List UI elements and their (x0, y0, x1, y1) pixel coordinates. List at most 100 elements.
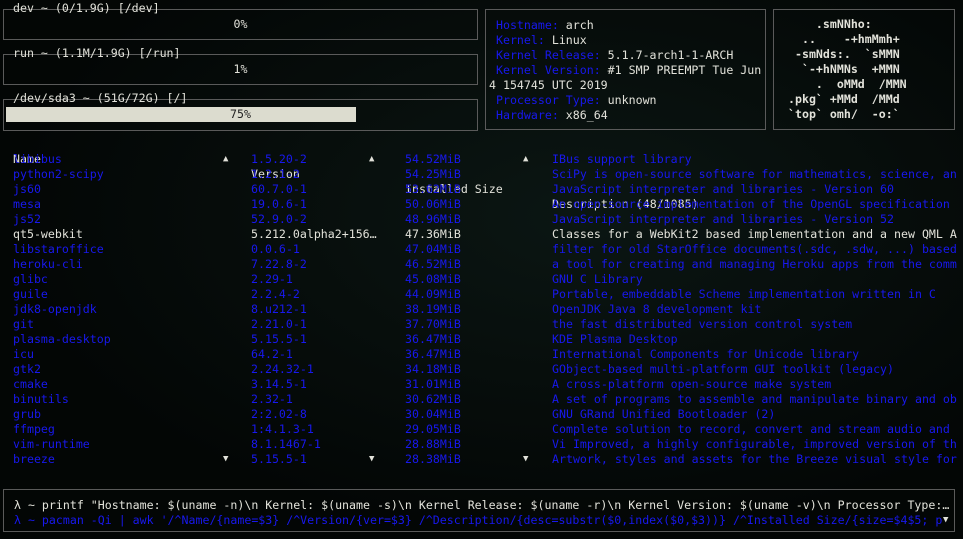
package-version: 5.15.5-1 (251, 452, 307, 466)
package-size: 38.19MiB (405, 302, 461, 316)
table-row[interactable]: ffmpeg 1:4.1.3-1 29.05MiB Complete solution… (0, 422, 963, 437)
table-row[interactable]: python2-scipy 1.2.1-2 54.25MiB SciPy is ope… (0, 167, 963, 182)
package-description: Artwork, styles and assets for the Breez… (552, 452, 957, 466)
package-description: OpenJDK Java 8 development kit (552, 302, 762, 316)
package-description: Portable, embeddable Scheme implementati… (552, 287, 936, 301)
scroll-down-icon[interactable]: ▼ (223, 454, 228, 464)
table-row[interactable]: glibc 2.29-1 45.08MiB GNU C Library (0, 272, 963, 287)
package-version: 2.2.4-2 (251, 287, 300, 301)
table-row[interactable]: guile 2.2.4-2 44.09MiB Portable, embeddable… (0, 287, 963, 302)
package-size: 54.25MiB (405, 167, 461, 181)
table-row[interactable]: icu 64.2-1 36.47MiB International Component… (0, 347, 963, 362)
disk-run-title: run ~ (1.1M/1.9G) [/run] (13, 46, 181, 60)
table-row[interactable]: cmake 3.14.5-1 31.01MiB A cross-platform op… (0, 377, 963, 392)
package-name: ffmpeg (13, 422, 55, 436)
disk-run-panel: run ~ (1.1M/1.9G) [/run] 1% (3, 46, 478, 85)
table-row[interactable]: mesa 19.0.6-1 50.06MiB An open-source imple… (0, 197, 963, 212)
package-name: libibus (13, 152, 62, 166)
disk-sda3-percent: 75% (230, 107, 251, 121)
table-row[interactable]: js60 60.7.0-1 53.62MiB JavaScript interpret… (0, 182, 963, 197)
package-description: filter for old StarOffice documents(.sdc… (552, 242, 957, 256)
package-description: An open-source implementation of the Ope… (552, 197, 950, 211)
version-line-cont: 4 154745 UTC 2019 (489, 78, 608, 92)
command-line-1[interactable]: λ ~ printf "Hostname: $(uname -n)\n Kern… (14, 498, 949, 513)
package-size: 48.96MiB (405, 212, 461, 226)
package-name: qt5-webkit (13, 227, 83, 241)
scroll-down-icon[interactable]: ▼ (369, 454, 374, 464)
scroll-down-icon[interactable]: ▼ (523, 454, 528, 464)
table-row[interactable]: vim-runtime 8.1.1467-1 28.88MiB Vi Improved… (0, 437, 963, 452)
package-version: 5.212.0alpha2+156… (251, 227, 377, 241)
processor-line: Processor Type: unknown (495, 93, 657, 107)
disk-sda3-panel: /dev/sda3 ~ (51G/72G) [/] 75% (3, 91, 478, 131)
package-size: 45.08MiB (405, 272, 461, 286)
package-size: 36.47MiB (405, 332, 461, 346)
table-row[interactable]: heroku-cli 7.22.8-2 46.52MiB a tool for cre… (0, 257, 963, 272)
table-header: Name Version Installed Size Description … (0, 137, 963, 211)
package-version: 3.14.5-1 (251, 377, 307, 391)
disk-dev-percent: 0% (233, 17, 248, 31)
package-name: vim-runtime (13, 437, 90, 451)
table-row[interactable]: qt5-webkit 5.212.0alpha2+156… 47.36MiB Clas… (0, 227, 963, 242)
package-version: 60.7.0-1 (251, 182, 307, 196)
package-version: 0.0.6-1 (251, 242, 300, 256)
package-version: 8.u212-1 (251, 302, 307, 316)
scroll-down-icon[interactable]: ▼ (943, 515, 948, 525)
package-name: git (13, 317, 34, 331)
package-version: 64.2-1 (251, 347, 293, 361)
package-size: 28.38MiB (405, 452, 461, 466)
package-version: 1:4.1.3-1 (251, 422, 314, 436)
package-version: 8.1.1467-1 (251, 437, 321, 451)
table-row[interactable]: libibus 1.5.20-2 54.52MiB IBus support libr… (0, 152, 963, 167)
package-size: 47.04MiB (405, 242, 461, 256)
package-description: a tool for creating and managing Heroku … (552, 257, 957, 271)
table-row[interactable]: grub 2:2.02-8 30.04MiB GNU GRand Unified Bo… (0, 407, 963, 422)
package-version: 52.9.0-2 (251, 212, 307, 226)
package-description: Classes for a WebKit2 based implementati… (552, 227, 957, 241)
package-size: 34.18MiB (405, 362, 461, 376)
package-description: GObject-based multi-platform GUI toolkit… (552, 362, 895, 376)
package-name: icu (13, 347, 34, 361)
scroll-up-icon[interactable]: ▲ (369, 154, 374, 164)
package-name: libstaroffice (13, 242, 104, 256)
kernel-line: Kernel: Linux (495, 33, 587, 47)
sysinfo-panel: Hostname: arch Kernel: Linux Kernel Rele… (485, 9, 766, 130)
package-description: Vi Improved, a highly configurable, impr… (552, 437, 957, 451)
package-size: 30.04MiB (405, 407, 461, 421)
scroll-up-icon[interactable]: ▲ (523, 154, 528, 164)
package-size: 46.52MiB (405, 257, 461, 271)
table-row[interactable]: git 2.21.0-1 37.70MiB the fast distributed … (0, 317, 963, 332)
package-description: KDE Plasma Desktop (552, 332, 678, 346)
package-description: A cross-platform open-source make system (552, 377, 832, 391)
package-name: cmake (13, 377, 48, 391)
table-row[interactable]: binutils 2.32-1 30.62MiB A set of programs … (0, 392, 963, 407)
table-row[interactable]: js52 52.9.0-2 48.96MiB JavaScript interpret… (0, 212, 963, 227)
package-version: 2.29-1 (251, 272, 293, 286)
package-description: GNU C Library (552, 272, 643, 286)
package-version: 2.32-1 (251, 392, 293, 406)
package-name: glibc (13, 272, 48, 286)
table-row[interactable]: gtk2 2.24.32-1 34.18MiB GObject-based multi… (0, 362, 963, 377)
table-row[interactable]: plasma-desktop 5.15.5-1 36.47MiB KDE Plasma… (0, 332, 963, 347)
package-version: 7.22.8-2 (251, 257, 307, 271)
package-size: 47.36MiB (405, 227, 461, 241)
package-description: the fast distributed version control sys… (552, 317, 853, 331)
package-description: International Components for Unicode lib… (552, 347, 860, 361)
table-row[interactable]: jdk8-openjdk 8.u212-1 38.19MiB OpenJDK Java… (0, 302, 963, 317)
package-name: grub (13, 407, 41, 421)
scroll-up-icon[interactable]: ▲ (223, 154, 228, 164)
package-size: 54.52MiB (405, 152, 461, 166)
command-line-2[interactable]: λ ~ pacman -Qi | awk '/^Name/{name=$3} /… (14, 513, 942, 528)
disk-dev-title: dev ~ (0/1.9G) [/dev] (13, 1, 160, 15)
package-description: JavaScript interpreter and libraries - V… (552, 182, 895, 196)
package-name: mesa (13, 197, 41, 211)
command-history-panel: λ ~ printf "Hostname: $(uname -n)\n Kern… (3, 489, 955, 532)
package-name: heroku-cli (13, 257, 83, 271)
package-name: js60 (13, 182, 41, 196)
table-row[interactable]: libstaroffice 0.0.6-1 47.04MiB filter for o… (0, 242, 963, 257)
package-size: 53.62MiB (405, 182, 461, 196)
package-size: 37.70MiB (405, 317, 461, 331)
hardware-line: Hardware: x86_64 (495, 108, 608, 122)
table-row[interactable]: breeze 5.15.5-1 28.38MiB Artwork, styles an… (0, 452, 963, 467)
package-description: IBus support library (552, 152, 692, 166)
